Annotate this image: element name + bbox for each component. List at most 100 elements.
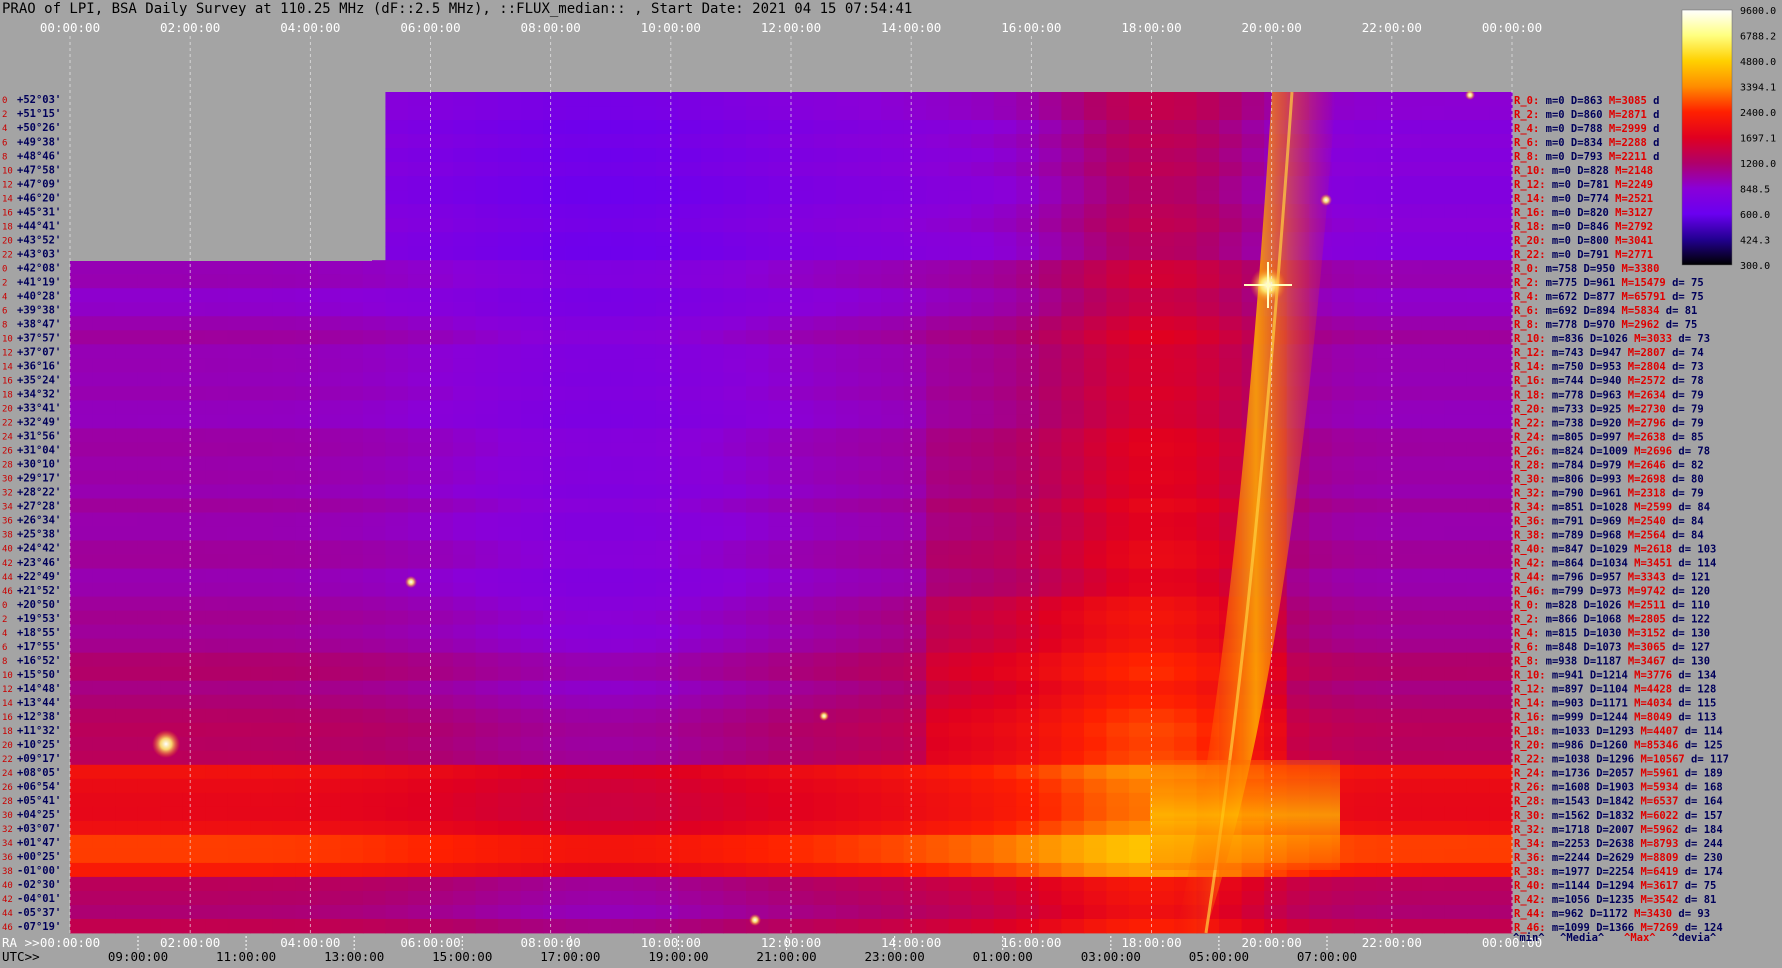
stat-sep: D= <box>1584 712 1603 724</box>
stat-mx: 2871 <box>1622 109 1647 121</box>
heatmap-cell <box>1151 736 1175 752</box>
heatmap-cell <box>588 386 612 401</box>
heatmap-cell <box>836 386 860 401</box>
stat-dev: 120 <box>1691 585 1710 597</box>
stat-sep: m= <box>1539 642 1558 654</box>
stat-r: R_40: <box>1514 880 1546 892</box>
stat-d: 791 <box>1590 249 1609 261</box>
heatmap-cell <box>1106 120 1130 135</box>
stat-sep: D= <box>1590 866 1609 878</box>
heatmap-cell <box>137 904 161 920</box>
stat-mx: 5834 <box>1634 305 1659 317</box>
heatmap-cell <box>453 736 477 752</box>
heatmap-cell <box>475 470 499 485</box>
stat-sep: m= <box>1546 417 1565 429</box>
heatmap-cell <box>1421 274 1446 289</box>
heatmap-cell <box>1151 302 1175 317</box>
stat-d: 828 <box>1590 165 1609 177</box>
stat-d: 2629 <box>1609 852 1634 864</box>
heatmap-cell <box>1128 372 1153 387</box>
heatmap-cell <box>1061 764 1085 780</box>
heatmap-cell <box>1106 106 1130 121</box>
stat-sep: M= <box>1621 585 1640 597</box>
heatmap-cell <box>588 820 612 836</box>
heatmap-cell <box>70 694 94 710</box>
heatmap-cell <box>745 778 770 794</box>
heatmap-cell <box>836 848 860 864</box>
stat-sep: d= <box>1678 866 1703 878</box>
heatmap-cell <box>723 316 747 331</box>
heatmap-cell <box>475 456 499 471</box>
heatmap-cell <box>340 904 364 920</box>
stat-dev: 122 <box>1691 614 1710 626</box>
heatmap-cell <box>903 862 927 878</box>
heatmap-cell <box>1354 610 1378 626</box>
stat-m: 778 <box>1565 389 1584 401</box>
heatmap-cell <box>1354 92 1378 107</box>
heatmap-cell <box>70 498 94 513</box>
heatmap-cell <box>1174 162 1198 177</box>
stat-mx: 5962 <box>1653 824 1678 836</box>
heatmap-cell <box>723 610 747 626</box>
heatmap-cell <box>678 386 702 401</box>
heatmap-cell <box>430 120 454 135</box>
heatmap-cell <box>272 666 296 682</box>
heatmap-cell <box>745 120 770 135</box>
heatmap-cell <box>1128 610 1153 626</box>
heatmap-cell <box>1038 456 1062 471</box>
heatmap-cell <box>1399 610 1423 626</box>
stat-m: 672 <box>1558 291 1577 303</box>
declination-label: +39°38' <box>17 304 61 316</box>
heatmap-cell <box>745 246 770 261</box>
heatmap-cell <box>250 302 274 317</box>
heatmap-cell <box>70 568 94 583</box>
heatmap-cell <box>610 568 634 583</box>
heatmap-cell <box>633 330 657 345</box>
heatmap-cell <box>407 694 432 710</box>
heatmap-cell <box>250 708 274 724</box>
stat-dev: 134 <box>1697 670 1716 682</box>
heatmap-cell <box>588 316 612 331</box>
heatmap-cell <box>565 302 589 317</box>
heatmap-cell <box>1421 232 1446 247</box>
heatmap-cell <box>115 582 139 597</box>
heatmap-cell <box>565 176 589 191</box>
heatmap-cell <box>993 274 1017 289</box>
heatmap-cell <box>70 316 94 331</box>
heatmap-cell <box>1038 708 1062 724</box>
heatmap-cell <box>205 862 229 878</box>
heatmap-cell <box>678 372 702 387</box>
heatmap-cell <box>340 442 364 457</box>
stat-sep: m= <box>1539 151 1558 163</box>
heatmap-cell <box>498 526 522 541</box>
heatmap-cell <box>836 232 860 247</box>
stat-dev: 74 <box>1691 347 1704 359</box>
heatmap-cell <box>1421 204 1446 219</box>
heatmap-cell <box>1016 344 1040 359</box>
heatmap-cell <box>430 442 454 457</box>
heatmap-cell <box>948 274 972 289</box>
row-stat: R_42: m=864 D=1034 M=3451 d= 114 <box>1514 557 1716 569</box>
heatmap-cell <box>1016 274 1040 289</box>
heatmap-cell <box>227 302 251 317</box>
heatmap-cell <box>881 484 905 499</box>
row-stat: R_10: m=941 D=1214 M=3776 d= 134 <box>1514 670 1716 682</box>
heatmap-cell <box>1309 554 1333 569</box>
heatmap-cell <box>543 666 567 682</box>
heatmap-cell <box>678 512 702 527</box>
heatmap-cell <box>1174 330 1198 345</box>
heatmap-cell <box>948 162 972 177</box>
stat-sep: M= <box>1634 768 1653 780</box>
heatmap-cell <box>948 722 972 738</box>
heatmap-cell <box>791 820 815 836</box>
heatmap-cell <box>813 470 837 485</box>
heatmap-cell <box>520 246 544 261</box>
stat-sep: m= <box>1546 571 1565 583</box>
heatmap-cell <box>453 176 477 191</box>
heatmap-cell <box>633 218 657 233</box>
heatmap-cell <box>1376 820 1400 836</box>
heatmap-cell <box>70 750 94 766</box>
heatmap-cell <box>1106 862 1130 878</box>
heatmap-cell <box>1309 358 1333 373</box>
heatmap-cell <box>1061 330 1085 345</box>
